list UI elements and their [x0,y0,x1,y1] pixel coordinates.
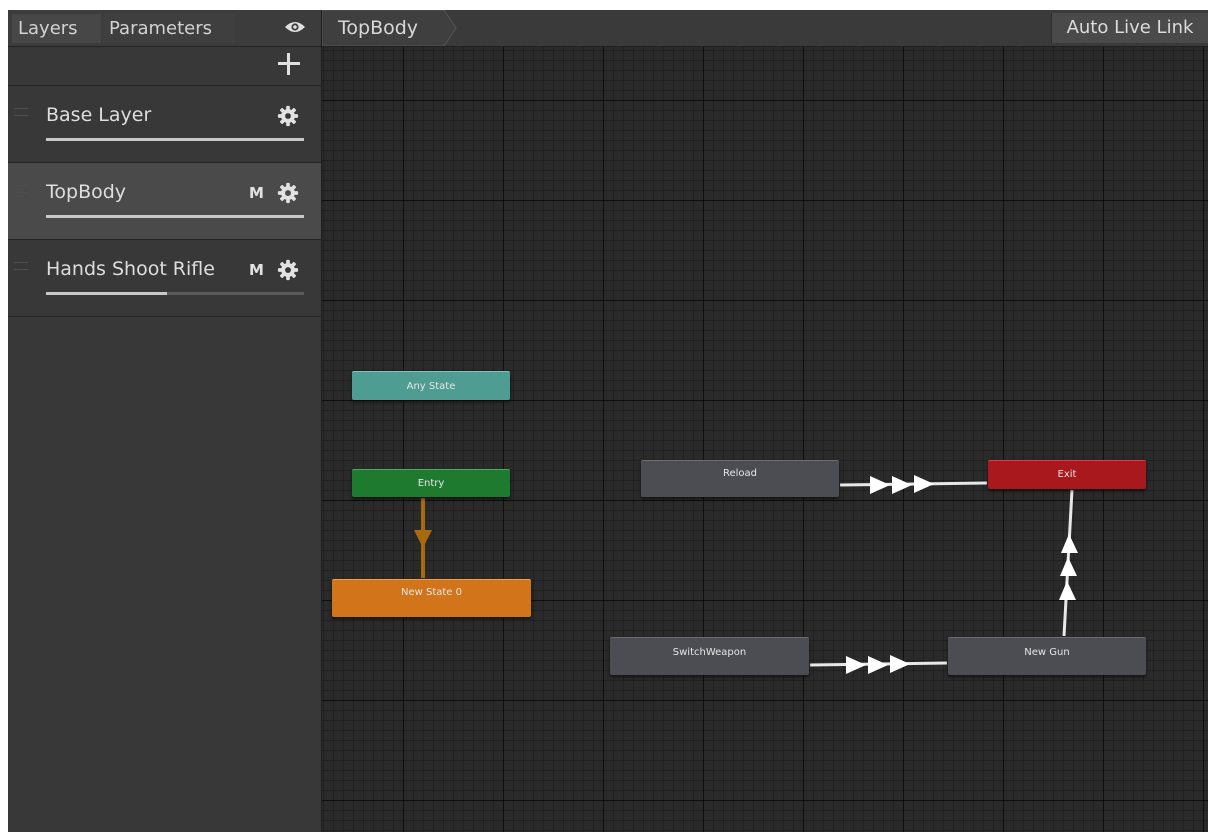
layer-weight-bar[interactable] [46,138,304,141]
panel-tabs: Layers Parameters [8,10,321,47]
mask-badge: M [249,261,264,279]
reload-state-node[interactable]: Reload [641,460,839,497]
tab-parameters[interactable]: Parameters [103,14,235,43]
state-machine-graph[interactable]: TopBody Auto Live Link Any State Entry N… [322,10,1208,832]
switch-weapon-state-node[interactable]: SwitchWeapon [610,637,809,675]
layer-item-base-layer[interactable]: Base Layer [8,86,321,163]
layer-weight-bar[interactable] [46,215,304,218]
entry-node[interactable]: Entry [352,469,510,497]
default-transition-arrow-icon [414,530,432,548]
mask-badge: M [249,184,264,202]
transition-arrows-icon [1059,534,1078,600]
transition-reload-exit-line[interactable] [839,481,988,487]
new-gun-state-node[interactable]: New Gun [948,637,1146,675]
exit-node[interactable]: Exit [988,460,1146,489]
gear-icon[interactable] [277,105,299,127]
eye-icon[interactable] [284,19,306,35]
layer-weight-bar[interactable] [46,292,304,295]
default-state-node[interactable]: New State 0 [332,579,531,617]
tab-layers[interactable]: Layers [12,14,101,43]
gear-icon[interactable] [277,259,299,281]
layer-weight-fill [46,138,304,141]
transition-arrows-icon [870,475,934,494]
gear-icon[interactable] [277,182,299,204]
layers-panel: Layers Parameters Base Layer TopBody M H… [8,10,322,832]
transitions-layer [414,475,1078,674]
layer-item-hands-shoot-rifle[interactable]: Hands Shoot Rifle M [8,240,321,317]
layer-name: TopBody [46,181,127,203]
add-layer-plus-icon[interactable] [278,53,300,75]
drag-handle-icon[interactable] [14,185,28,193]
drag-handle-icon[interactable] [14,108,28,116]
layer-name: Hands Shoot Rifle [46,258,215,280]
transition-arrows-icon [846,655,910,674]
layer-item-topbody[interactable]: TopBody M [8,163,321,240]
layer-name: Base Layer [46,104,152,126]
animator-window: Layers Parameters Base Layer TopBody M H… [8,10,1208,832]
layer-weight-fill [46,292,168,295]
add-layer-row [8,47,321,86]
drag-handle-icon[interactable] [14,262,28,270]
layer-weight-fill [46,215,304,218]
any-state-node[interactable]: Any State [352,371,510,400]
